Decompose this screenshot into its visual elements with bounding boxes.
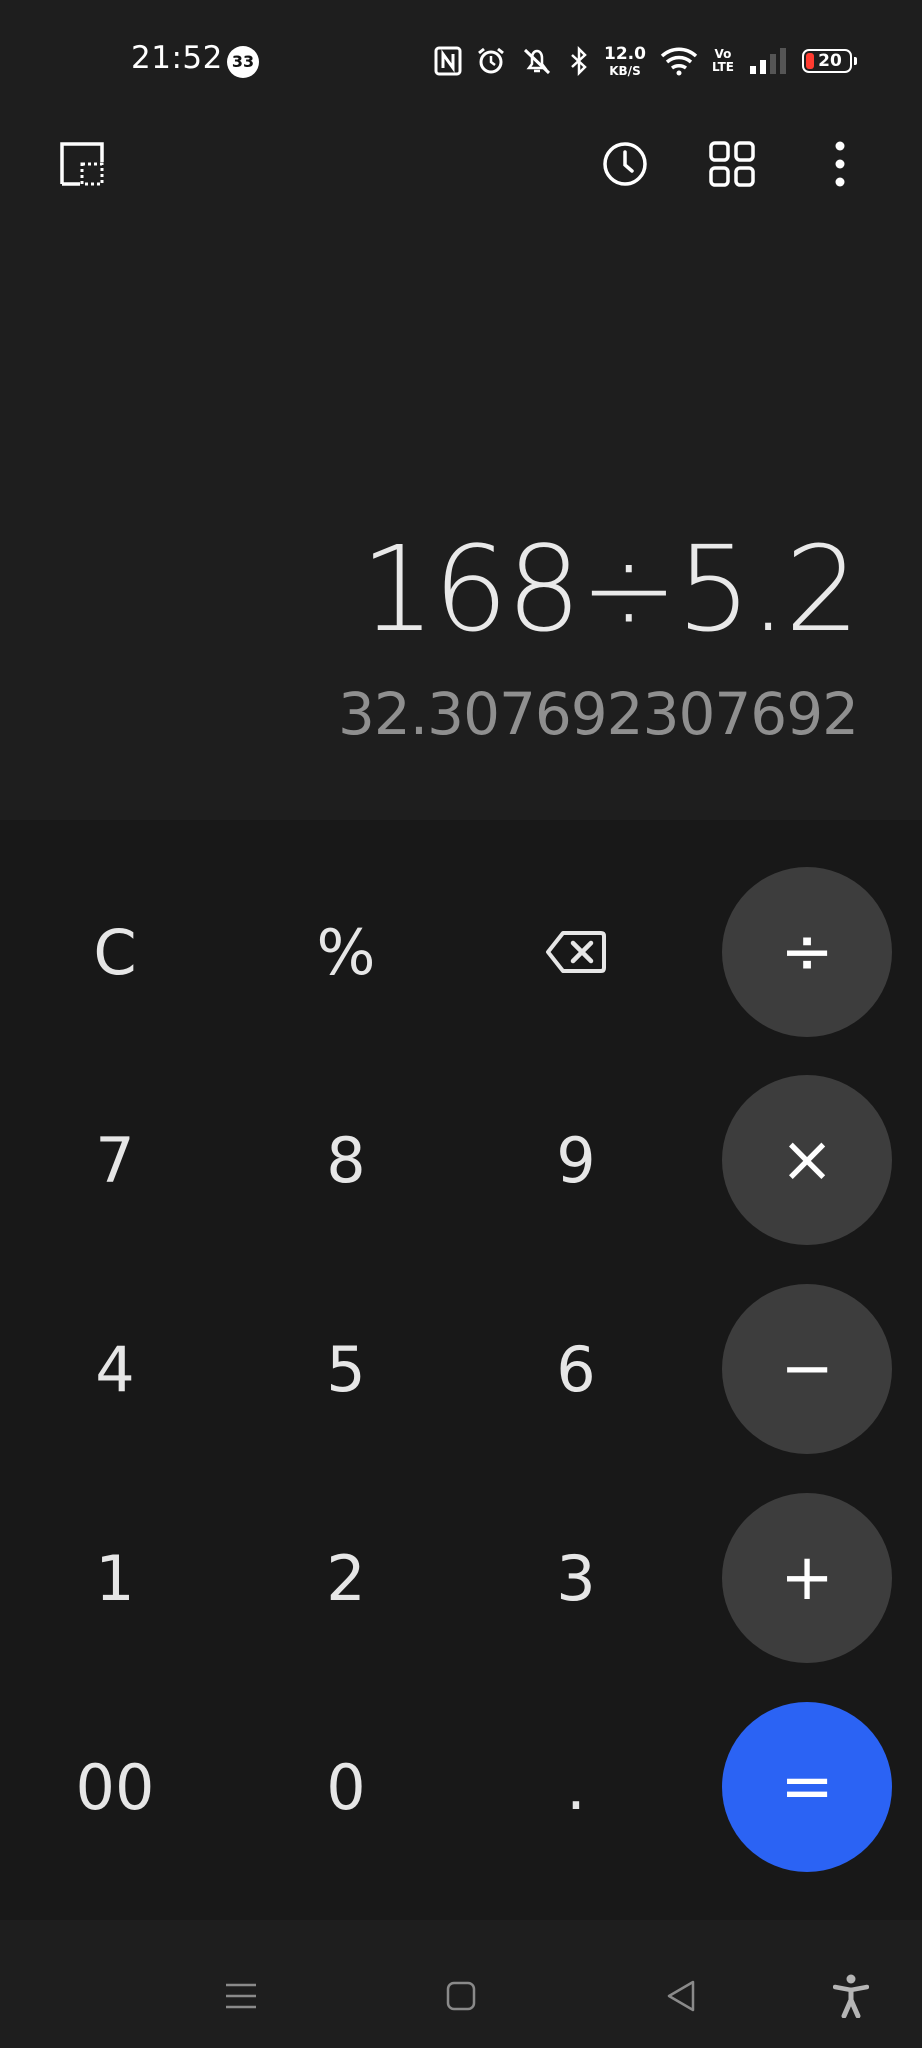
recent-apps-button[interactable] (211, 1966, 271, 2026)
mute-icon (523, 48, 551, 75)
digit-8-button[interactable]: 8 (261, 1075, 431, 1245)
add-button[interactable]: + (722, 1493, 892, 1663)
keypad: C % ÷ 7 8 9 × 4 5 6 − 1 2 3 + 00 0 . = (0, 820, 922, 1920)
battery-indicator: 20 (802, 49, 857, 73)
subtract-button[interactable]: − (722, 1284, 892, 1454)
digit-7-button[interactable]: 7 (30, 1075, 200, 1245)
calculator-display: 168÷5.2 32.307692307692 (0, 180, 922, 820)
digit-6-button[interactable]: 6 (491, 1284, 661, 1454)
back-button[interactable] (651, 1966, 711, 2026)
menu-icon (226, 1983, 256, 2009)
status-bar: 21:52 33 12.0 KB/S Vo LTE 20 (0, 0, 922, 120)
equals-button[interactable]: = (722, 1702, 892, 1872)
clear-button[interactable]: C (30, 867, 200, 1037)
battery-level: 20 (818, 51, 842, 71)
notification-count-badge: 33 (227, 46, 259, 78)
calculator-screen: 21:52 33 12.0 KB/S Vo LTE 20 168÷5.2 32.… (0, 0, 922, 2048)
divide-button[interactable]: ÷ (722, 867, 892, 1037)
back-icon (667, 1980, 695, 2012)
status-icons: 12.0 KB/S Vo LTE 20 (434, 40, 857, 82)
decimal-button[interactable]: . (491, 1702, 661, 1872)
digit-0-button[interactable]: 0 (261, 1702, 431, 1872)
signal-icon (750, 48, 786, 74)
double-zero-button[interactable]: 00 (30, 1702, 200, 1872)
network-speed-value: 12.0 (604, 43, 646, 64)
percent-button[interactable]: % (261, 867, 431, 1037)
accessibility-icon (833, 1974, 869, 2018)
network-speed-unit: KB/S (609, 63, 641, 78)
home-button[interactable] (431, 1966, 491, 2026)
digit-2-button[interactable]: 2 (261, 1493, 431, 1663)
volte-bottom: LTE (711, 60, 734, 74)
digit-3-button[interactable]: 3 (491, 1493, 661, 1663)
digit-4-button[interactable]: 4 (30, 1284, 200, 1454)
nfc-icon (434, 46, 462, 76)
status-time: 21:52 (131, 40, 223, 76)
home-icon (446, 1981, 476, 2011)
backspace-button[interactable] (491, 867, 661, 1037)
backspace-icon (546, 931, 606, 973)
expression-text[interactable]: 168÷5.2 (360, 520, 860, 658)
bluetooth-icon (571, 46, 587, 76)
digit-9-button[interactable]: 9 (491, 1075, 661, 1245)
multiply-button[interactable]: × (722, 1075, 892, 1245)
wifi-icon (660, 47, 698, 76)
result-preview: 32.307692307692 (337, 680, 859, 748)
accessibility-button[interactable] (821, 1966, 881, 2026)
volte-indicator: Vo LTE (712, 48, 734, 73)
digit-1-button[interactable]: 1 (30, 1493, 200, 1663)
digit-5-button[interactable]: 5 (261, 1284, 431, 1454)
network-speed: 12.0 KB/S (604, 43, 646, 78)
alarm-icon (478, 47, 504, 74)
